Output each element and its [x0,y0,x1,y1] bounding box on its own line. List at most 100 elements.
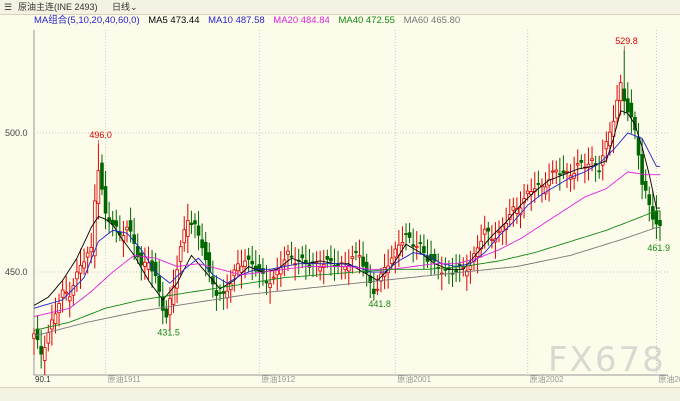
candle-body [175,269,179,289]
candle-body [236,263,240,272]
candle-body [393,248,398,258]
candle-body [558,173,562,176]
candle-body [103,186,108,214]
candle-body [604,141,609,150]
candle-body [354,251,358,253]
candle-body [350,256,355,259]
candle-body [221,291,226,294]
candle-body [318,266,322,272]
candle-body [404,233,408,235]
candle-body [300,254,305,259]
candle-body [422,246,426,254]
candle-body [329,258,333,262]
candle-body [264,281,269,284]
candle-body [157,275,162,292]
candle-body [114,220,119,227]
candle-body [246,255,251,260]
candle-body [279,267,283,275]
candle-body [643,180,648,191]
candle-body [228,283,233,291]
contract-label: 原油2001 [397,374,431,384]
candle-body [250,260,255,265]
ma10-line [33,132,660,309]
candle-body [196,225,201,236]
candle-body [42,347,47,361]
extreme-label: 496.0 [89,130,112,140]
candle-body [490,239,494,241]
candle-body [443,268,448,271]
candle-body [389,257,394,264]
candle-body [618,82,623,102]
candle-body [629,102,634,118]
candle-body [82,261,86,269]
candle-body [554,169,559,173]
candle-body [164,308,169,318]
candle-body [139,252,144,266]
candle-body [482,228,487,235]
candle-body [454,269,458,273]
candle-body [286,250,290,255]
candle-body [128,220,133,232]
chart-window: ☰ 原油主连(INE 2493) 日线⌄ MA组合(5,10,20,40,60,… [0,0,680,401]
candle-body [486,227,491,232]
candle-body [193,220,197,225]
candle-body [357,255,362,258]
candle-body [550,170,555,173]
candle-body [622,88,627,102]
candle-body [658,220,662,226]
candle-body [414,245,419,248]
y-tick-label: 500.0 [5,128,28,138]
candle-body [418,242,423,244]
candle-body [189,222,194,225]
extreme-label: 529.8 [615,36,638,46]
extreme-label: 441.8 [368,299,391,309]
candle-body [50,319,54,330]
candle-body [89,247,94,253]
candle-body [536,183,541,185]
ma60-line [33,227,660,337]
candle-body [597,170,601,173]
candle-body [96,170,101,204]
candle-body [46,332,51,344]
candle-body [125,226,129,231]
candle-body [64,291,68,294]
candle-body [153,261,158,277]
candle-body [361,256,365,267]
candle-body [325,256,330,260]
candle-body [561,170,566,174]
candle-body [654,210,659,225]
candle-body [203,241,208,261]
candle-body [35,328,40,341]
extreme-label: 461.9 [647,243,670,253]
candle-body [182,229,187,244]
candle-body [590,158,594,161]
candle-body [53,313,58,324]
candle-body [525,190,530,195]
candle-body [640,154,644,185]
candle-body [214,290,219,296]
candle-body [575,163,580,166]
candle-body [321,263,326,268]
chart-scrollbar[interactable] [0,387,680,401]
candle-body [271,276,276,279]
ma20-line [33,171,660,318]
candle-body [275,269,280,276]
candle-body [67,296,72,302]
candle-body [78,265,83,274]
extreme-label: 431.5 [157,328,180,338]
candle-body [218,292,222,295]
candle-body [411,244,415,247]
candle-body [372,288,376,295]
ma5-line [33,110,660,306]
candle-body [178,246,183,262]
candle-body [626,98,630,113]
candle-body [239,265,244,273]
candle-body [375,288,380,291]
candle-body [468,265,473,270]
candle-body [343,266,348,270]
candle-body [143,261,147,267]
candle-body [39,346,43,355]
candle-body [400,242,405,246]
candle-body [146,262,151,270]
candle-body [75,271,79,280]
